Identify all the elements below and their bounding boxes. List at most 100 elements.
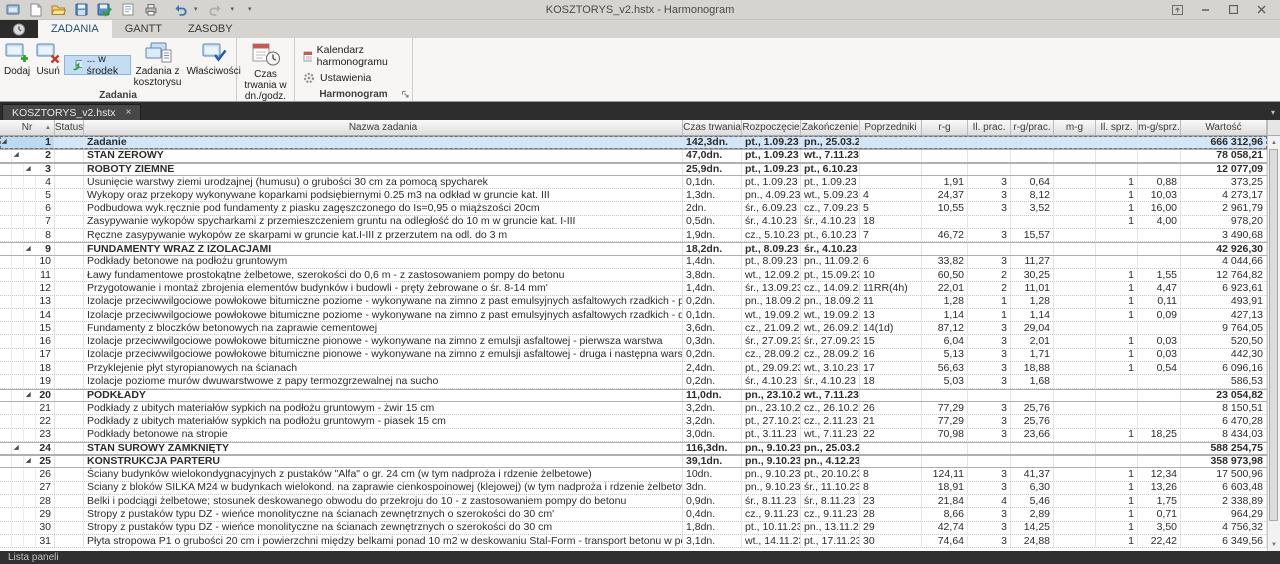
cell-mg[interactable]	[1054, 522, 1096, 534]
cell-ilsprz[interactable]	[1096, 243, 1138, 254]
cell-start[interactable]: pn., 9.10.23	[742, 443, 801, 454]
ribbon-tab-zadania[interactable]: ZADANIA	[38, 20, 112, 38]
save-all-button[interactable]	[96, 2, 113, 18]
cell-czas[interactable]: 3,6dn.	[683, 322, 742, 334]
cell-status[interactable]	[55, 522, 84, 534]
customize-toolbar-icon[interactable]: ▾	[248, 6, 252, 13]
cell-rg[interactable]: 22,01	[922, 282, 968, 294]
cell-mgsprz[interactable]: 0,88	[1138, 176, 1181, 188]
cell-rg[interactable]: 124,11	[922, 468, 968, 480]
task-row[interactable]: 16Izolacje przeciwwilgociowe powłokowe b…	[0, 335, 1267, 348]
cell-end[interactable]: wt., 3.10.23	[801, 362, 860, 374]
lista-paneli-button[interactable]: Lista paneli	[8, 552, 59, 563]
cell-name[interactable]: Stropy z pustaków typu DZ - wieńce monol…	[84, 508, 683, 520]
cell-rgprac[interactable]	[1011, 243, 1054, 254]
cell-czas[interactable]: 47,0dn.	[683, 150, 742, 161]
cell-ilprac[interactable]: 3	[968, 468, 1011, 480]
cell-mg[interactable]	[1054, 282, 1096, 294]
cell-status[interactable]	[55, 443, 84, 454]
scroll-up-button[interactable]: ▲	[1268, 136, 1280, 149]
cell-ilprac[interactable]: 3	[968, 402, 1011, 414]
cell-rg[interactable]: 77,29	[922, 415, 968, 427]
cell-czas[interactable]: 3,8dn.	[683, 269, 742, 281]
cell-rg[interactable]: 77,29	[922, 402, 968, 414]
cell-rgprac[interactable]	[1011, 216, 1054, 228]
task-row[interactable]: 28Belki i podciągi żelbetowe; stosunek d…	[0, 495, 1267, 508]
cell-mgsprz[interactable]: 10,03	[1138, 189, 1181, 201]
cell-end[interactable]: cz., 2.11.23	[801, 415, 860, 427]
cell-mgsprz[interactable]: 18,25	[1138, 429, 1181, 441]
cell-mgsprz[interactable]: 22,42	[1138, 535, 1181, 547]
cell-end[interactable]: pt., 6.10.23	[801, 164, 860, 175]
cell-end[interactable]: cz., 26.10.23	[801, 402, 860, 414]
czas-trwania-button[interactable]: Czas trwania w dn./godz.	[239, 40, 292, 103]
cell-rgprac[interactable]: 25,76	[1011, 415, 1054, 427]
cell-mgsprz[interactable]	[1138, 256, 1181, 268]
cell-end[interactable]: wt., 5.09.23	[801, 189, 860, 201]
cell-wartosc[interactable]: 358 973,98	[1181, 456, 1267, 467]
column-header-end[interactable]: Zakończenie	[801, 120, 860, 135]
cell-wartosc[interactable]: 4 044,66	[1181, 256, 1267, 268]
column-header-status[interactable]: Status	[55, 120, 84, 135]
cell-status[interactable]	[55, 269, 84, 281]
cell-status[interactable]	[55, 482, 84, 494]
cell-mg[interactable]	[1054, 443, 1096, 454]
task-row[interactable]: 27Ściany z bloków SILKA M24 w budynkach …	[0, 482, 1267, 495]
cell-nr[interactable]: ◢2	[0, 150, 55, 161]
cell-wartosc[interactable]: 6 349,56	[1181, 535, 1267, 547]
cell-rg[interactable]: 1,91	[922, 176, 968, 188]
kalendarz-harmonogramu-button[interactable]: Kalendarz harmonogramu	[303, 44, 404, 68]
task-row[interactable]: 14Izolacje przeciwwilgociowe powłokowe b…	[0, 309, 1267, 322]
task-row[interactable]: ◢20PODKŁADY11,0dn.pn., 23.10.23wt., 7.11…	[0, 389, 1267, 402]
cell-wartosc[interactable]: 42 926,30	[1181, 243, 1267, 254]
cell-czas[interactable]: 18,2dn.	[683, 243, 742, 254]
column-header-czas[interactable]: Czas trwania	[683, 120, 742, 135]
cell-ilprac[interactable]: 3	[968, 362, 1011, 374]
cell-name[interactable]: Ściany z bloków SILKA M24 w budynkach wi…	[84, 482, 683, 494]
cell-name[interactable]: Usunięcie warstwy ziemi urodzajnej (humu…	[84, 176, 683, 188]
expand-node-icon[interactable]: ◢	[26, 164, 31, 175]
cell-name[interactable]: Belki i podciągi żelbetowe; stosunek des…	[84, 495, 683, 507]
cell-ilsprz[interactable]: 1	[1096, 362, 1138, 374]
cell-name[interactable]: Izolacje przeciwwilgociowe powłokowe bit…	[84, 349, 683, 361]
cell-end[interactable]: pn., 13.11.23	[801, 522, 860, 534]
cell-czas[interactable]: 0,2dn.	[683, 296, 742, 308]
cell-mg[interactable]	[1054, 189, 1096, 201]
cell-rgprac[interactable]: 0,64	[1011, 176, 1054, 188]
cell-ilprac[interactable]: 3	[968, 322, 1011, 334]
cell-name[interactable]: Izolacje przeciwwilgociowe powłokowe bit…	[84, 296, 683, 308]
cell-ilprac[interactable]	[968, 150, 1011, 161]
task-row[interactable]: 31Płyta stropowa P1 o grubości 20 cm i p…	[0, 535, 1267, 548]
cell-name[interactable]: Ręczne zasypywanie wykopów ze skarpami w…	[84, 229, 683, 241]
cell-wartosc[interactable]: 2 338,89	[1181, 495, 1267, 507]
cell-ilprac[interactable]: 3	[968, 202, 1011, 214]
maximize-button[interactable]	[1226, 3, 1240, 16]
cell-ilsprz[interactable]: 1	[1096, 282, 1138, 294]
cell-ilsprz[interactable]: 1	[1096, 508, 1138, 520]
cell-mg[interactable]	[1054, 216, 1096, 228]
cell-ilsprz[interactable]	[1096, 415, 1138, 427]
cell-name[interactable]: Izolacje przeciwwilgociowe powłokowe bit…	[84, 335, 683, 347]
cell-start[interactable]: śr., 8.11.23	[742, 495, 801, 507]
cell-poprz[interactable]: 18	[860, 375, 922, 387]
column-header-rgprac[interactable]: r-g/prac.	[1011, 120, 1054, 135]
cell-status[interactable]	[55, 216, 84, 228]
cell-mgsprz[interactable]	[1138, 150, 1181, 161]
dodaj-button[interactable]: Dodaj	[2, 40, 32, 89]
cell-mgsprz[interactable]: 0,03	[1138, 349, 1181, 361]
cell-wartosc[interactable]: 588 254,75	[1181, 443, 1267, 454]
expand-node-icon[interactable]: ◢	[26, 390, 31, 401]
cell-nr[interactable]: ◢25	[0, 456, 55, 467]
cell-rg[interactable]: 18,91	[922, 482, 968, 494]
cell-rg[interactable]: 46,72	[922, 229, 968, 241]
cell-rg[interactable]: 33,82	[922, 256, 968, 268]
cell-start[interactable]: pt., 1.09.23	[742, 137, 801, 148]
cell-rgprac[interactable]: 5,46	[1011, 495, 1054, 507]
cell-name[interactable]: Zadanie	[84, 137, 683, 148]
cell-name[interactable]: STAN SUROWY ZAMKNIĘTY	[84, 443, 683, 454]
cell-mg[interactable]	[1054, 269, 1096, 281]
cell-ilsprz[interactable]: 1	[1096, 349, 1138, 361]
close-button[interactable]	[1254, 3, 1268, 16]
cell-poprz[interactable]: 13	[860, 309, 922, 321]
cell-wartosc[interactable]: 17 500,96	[1181, 468, 1267, 480]
